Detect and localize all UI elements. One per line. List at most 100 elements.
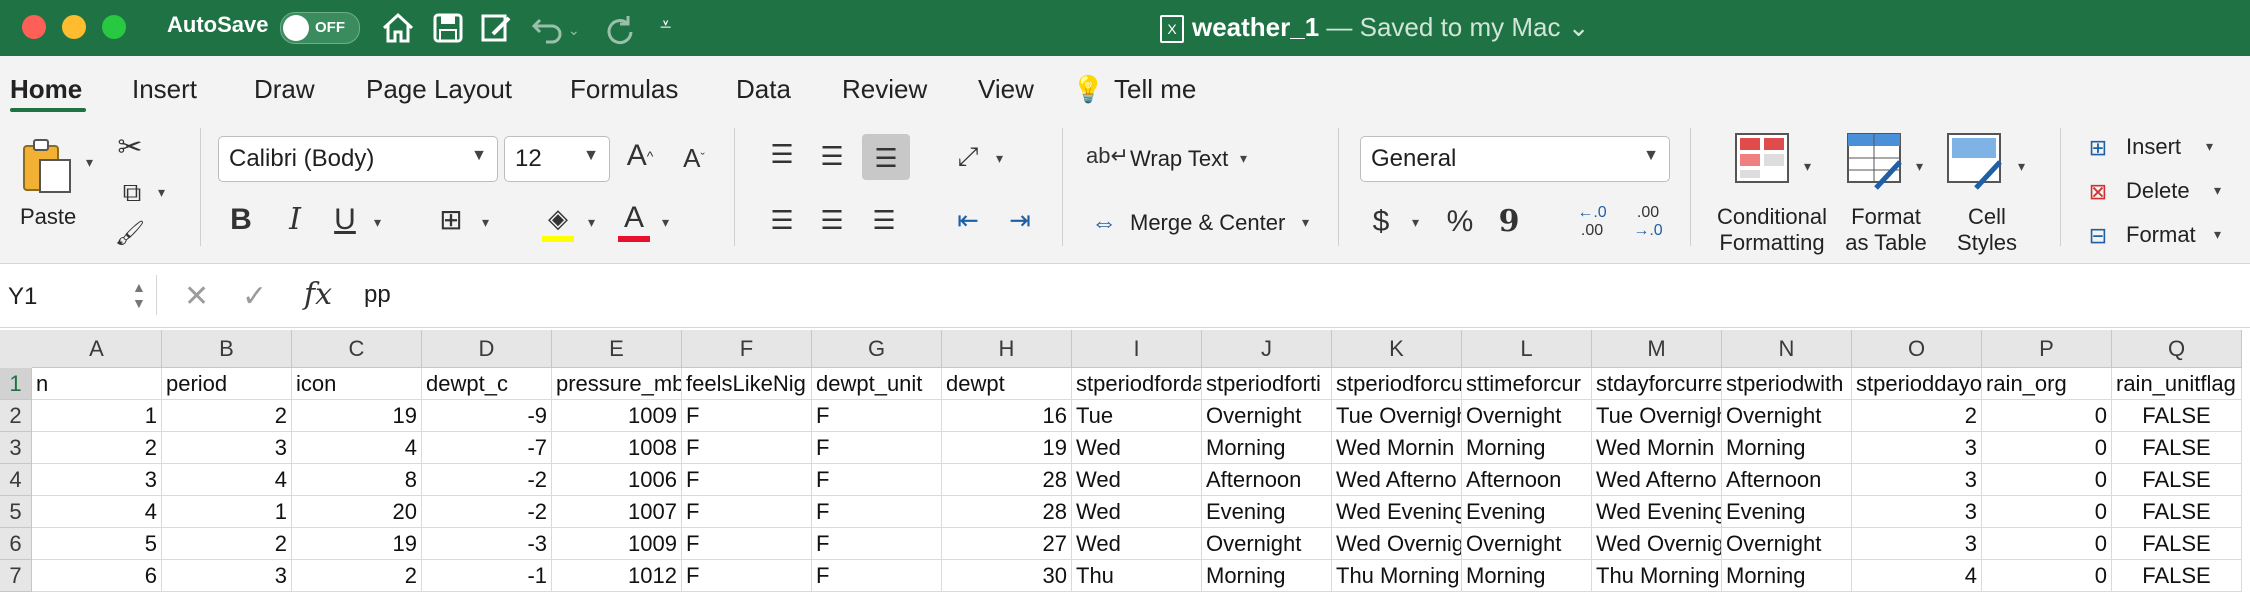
column-header-b[interactable]: B — [162, 330, 292, 368]
column-header-g[interactable]: G — [812, 330, 942, 368]
insert-function-icon[interactable]: fx — [304, 277, 332, 312]
align-middle-icon[interactable]: ☰ — [814, 140, 850, 172]
cell-g6[interactable]: F — [812, 528, 942, 560]
row-header-4[interactable]: 4 — [0, 464, 32, 496]
cell-k6[interactable]: Wed Overnig — [1332, 528, 1462, 560]
merge-center-icon[interactable]: ⇔ — [1086, 206, 1122, 238]
cell-c2[interactable]: 19 — [292, 400, 422, 432]
close-window-button[interactable] — [22, 15, 46, 39]
font-name-select[interactable]: Calibri (Body) ▼ — [218, 136, 498, 182]
cell-l3[interactable]: Morning — [1462, 432, 1592, 464]
cell-styles-dropdown-icon[interactable]: ▾ — [2018, 158, 2025, 175]
font-color-icon[interactable]: A — [618, 202, 650, 242]
format-cells-icon[interactable]: ⊟ — [2082, 220, 2114, 252]
cell-l2[interactable]: Overnight — [1462, 400, 1592, 432]
cell-j6[interactable]: Overnight — [1202, 528, 1332, 560]
minimize-window-button[interactable] — [62, 15, 86, 39]
cell-m4[interactable]: Wed Afterno — [1592, 464, 1722, 496]
cell-m2[interactable]: Tue Overnigh — [1592, 400, 1722, 432]
row-header-1[interactable]: 1 — [0, 368, 32, 400]
wrap-text-icon[interactable]: ab↵ — [1086, 140, 1129, 172]
format-as-table-dropdown-icon[interactable]: ▾ — [1916, 158, 1923, 175]
cell-p2[interactable]: 0 — [1982, 400, 2112, 432]
cell-b2[interactable]: 2 — [162, 400, 292, 432]
name-box-stepper-icon[interactable]: ▲ ▼ — [132, 279, 146, 311]
cell-i3[interactable]: Wed — [1072, 432, 1202, 464]
cell-n1[interactable]: stperiodwith — [1722, 368, 1852, 400]
cell-i7[interactable]: Thu — [1072, 560, 1202, 592]
cell-l4[interactable]: Afternoon — [1462, 464, 1592, 496]
zoom-window-button[interactable] — [102, 15, 126, 39]
orientation-dropdown-icon[interactable]: ▾ — [996, 150, 1003, 167]
cell-e6[interactable]: 1009 — [552, 528, 682, 560]
cell-k5[interactable]: Wed Evening — [1332, 496, 1462, 528]
format-cells-button[interactable]: Format — [2126, 222, 2196, 248]
cell-b1[interactable]: period — [162, 368, 292, 400]
cell-h2[interactable]: 16 — [942, 400, 1072, 432]
cell-k1[interactable]: stperiodforcu — [1332, 368, 1462, 400]
cell-g7[interactable]: F — [812, 560, 942, 592]
cell-c1[interactable]: icon — [292, 368, 422, 400]
cell-p5[interactable]: 0 — [1982, 496, 2112, 528]
cell-f1[interactable]: feelsLikeNig — [682, 368, 812, 400]
cell-d5[interactable]: -2 — [422, 496, 552, 528]
cell-f6[interactable]: F — [682, 528, 812, 560]
home-icon[interactable] — [380, 10, 416, 46]
tab-review[interactable]: Review — [842, 74, 927, 105]
cell-o7[interactable]: 4 — [1852, 560, 1982, 592]
cell-k2[interactable]: Tue Overnigh — [1332, 400, 1462, 432]
tab-formulas[interactable]: Formulas — [570, 74, 678, 105]
cell-k3[interactable]: Wed Mornin — [1332, 432, 1462, 464]
tab-data[interactable]: Data — [736, 74, 791, 105]
cell-c4[interactable]: 8 — [292, 464, 422, 496]
wrap-text-dropdown-icon[interactable]: ▾ — [1240, 150, 1247, 167]
formula-input[interactable]: pp — [364, 281, 391, 309]
cell-q7[interactable]: FALSE — [2112, 560, 2242, 592]
cell-h6[interactable]: 27 — [942, 528, 1072, 560]
cell-h1[interactable]: dewpt — [942, 368, 1072, 400]
orientation-icon[interactable]: ⤢ — [950, 140, 986, 172]
tab-view[interactable]: View — [978, 74, 1034, 105]
delete-dropdown-icon[interactable]: ▾ — [2214, 182, 2221, 199]
cell-l5[interactable]: Evening — [1462, 496, 1592, 528]
cell-g2[interactable]: F — [812, 400, 942, 432]
fill-color-icon[interactable]: ◈ — [540, 202, 576, 242]
cell-m7[interactable]: Thu Morning — [1592, 560, 1722, 592]
save-icon[interactable] — [430, 10, 466, 46]
cell-o2[interactable]: 2 — [1852, 400, 1982, 432]
increase-font-size-icon[interactable]: A^ — [622, 140, 658, 172]
cell-d6[interactable]: -3 — [422, 528, 552, 560]
cell-j3[interactable]: Morning — [1202, 432, 1332, 464]
name-box[interactable]: Y1 ▲ ▼ — [6, 275, 157, 315]
cell-l7[interactable]: Morning — [1462, 560, 1592, 592]
copy-dropdown-icon[interactable]: ▾ — [158, 184, 165, 201]
paste-dropdown-icon[interactable]: ▾ — [86, 154, 93, 171]
undo-dropdown-icon[interactable]: ⌄ — [568, 22, 582, 38]
cell-d2[interactable]: -9 — [422, 400, 552, 432]
column-header-j[interactable]: J — [1202, 330, 1332, 368]
cell-a4[interactable]: 3 — [32, 464, 162, 496]
customize-toolbar-icon[interactable]: ⩡ — [660, 14, 696, 50]
format-dropdown-icon[interactable]: ▾ — [2214, 226, 2221, 243]
insert-dropdown-icon[interactable]: ▾ — [2206, 138, 2213, 155]
font-color-dropdown-icon[interactable]: ▾ — [662, 214, 669, 231]
cell-e1[interactable]: pressure_mb — [552, 368, 682, 400]
column-header-d[interactable]: D — [422, 330, 552, 368]
cell-h5[interactable]: 28 — [942, 496, 1072, 528]
redo-icon[interactable] — [602, 10, 638, 46]
cell-n2[interactable]: Overnight — [1722, 400, 1852, 432]
cell-a3[interactable]: 2 — [32, 432, 162, 464]
cell-n4[interactable]: Afternoon — [1722, 464, 1852, 496]
format-painter-icon[interactable]: 🖌 — [114, 218, 146, 250]
paste-icon[interactable] — [18, 136, 78, 196]
cell-o5[interactable]: 3 — [1852, 496, 1982, 528]
title-chevron-icon[interactable]: ⌄ — [1561, 12, 1590, 42]
cell-m3[interactable]: Wed Mornin — [1592, 432, 1722, 464]
cell-g1[interactable]: dewpt_unit — [812, 368, 942, 400]
comma-style-button[interactable]: 9 — [1496, 206, 1522, 238]
cell-c5[interactable]: 20 — [292, 496, 422, 528]
cell-i2[interactable]: Tue — [1072, 400, 1202, 432]
cell-f3[interactable]: F — [682, 432, 812, 464]
cell-k4[interactable]: Wed Afterno — [1332, 464, 1462, 496]
cell-q5[interactable]: FALSE — [2112, 496, 2242, 528]
